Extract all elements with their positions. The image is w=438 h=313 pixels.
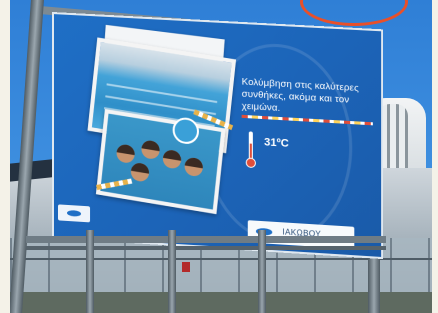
thermometer-icon (246, 131, 256, 168)
image-border-right (432, 0, 438, 313)
circle-stamp (173, 117, 199, 145)
child (184, 156, 204, 177)
image-border-left (0, 0, 10, 313)
swimmer-wave-logo (58, 204, 90, 222)
kids-swimming-photo (96, 109, 226, 214)
billboard: Κολύμβηση στις καλύτερες συνθήκες, ακόμα… (52, 12, 383, 259)
photo-scene: Κολύμβηση στις καλύτερες συνθήκες, ακόμα… (0, 0, 438, 313)
support-post (86, 230, 94, 313)
support-post (168, 230, 176, 313)
frame-beam-bottom (26, 236, 386, 243)
child (162, 149, 182, 170)
frame-beam-lower (26, 246, 386, 250)
child (141, 139, 161, 160)
child (116, 143, 136, 164)
support-post (258, 230, 266, 313)
small-flag (182, 262, 190, 272)
child (130, 162, 150, 183)
temperature-label: 31ºC (264, 136, 289, 150)
